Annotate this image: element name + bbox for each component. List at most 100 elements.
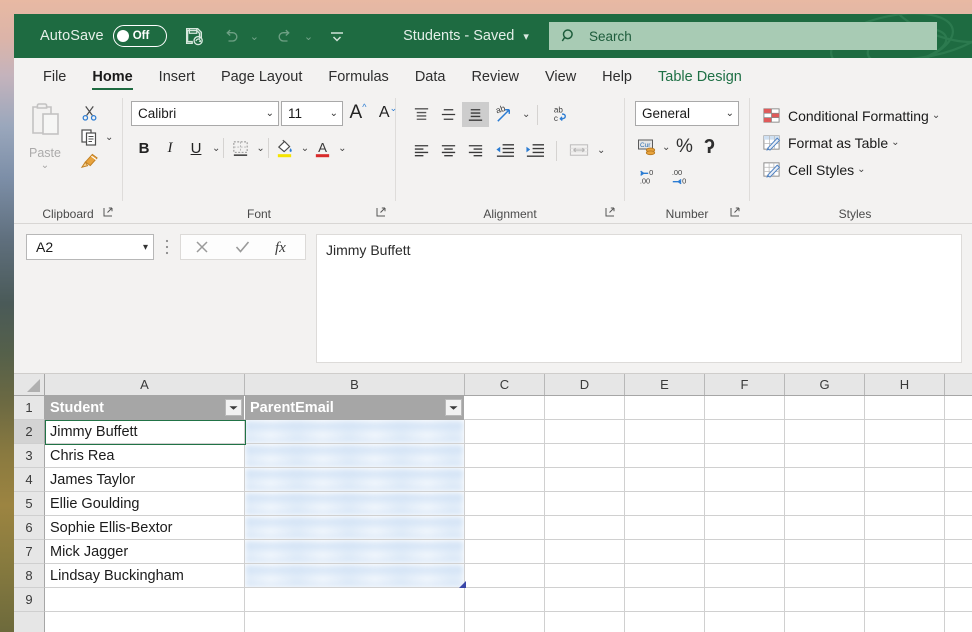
cell-b2[interactable] <box>245 420 465 444</box>
cell-c9[interactable] <box>465 588 545 612</box>
cell-f8[interactable] <box>705 564 785 588</box>
cell-h5[interactable] <box>865 492 945 516</box>
column-header-g[interactable]: G <box>785 374 865 395</box>
cell-d4[interactable] <box>545 468 625 492</box>
align-top-button[interactable] <box>408 102 435 127</box>
row-header-6[interactable]: 6 <box>14 516 45 540</box>
borders-caret[interactable]: ⌄ <box>256 143 264 154</box>
cell-f6[interactable] <box>705 516 785 540</box>
copy-caret[interactable]: ⌄ <box>105 132 113 143</box>
cell-f7[interactable] <box>705 540 785 564</box>
cell-g5[interactable] <box>785 492 865 516</box>
cell-c4[interactable] <box>465 468 545 492</box>
redo-icon[interactable]: ⌄ <box>275 26 313 46</box>
row-header-5[interactable]: 5 <box>14 492 45 516</box>
cell-f3[interactable] <box>705 444 785 468</box>
clipboard-dialog-launcher-icon[interactable] <box>102 206 114 218</box>
tab-view[interactable]: View <box>532 69 589 92</box>
cell-a4[interactable]: James Taylor <box>45 468 245 492</box>
row-header-9[interactable]: 9 <box>14 588 45 612</box>
tab-help[interactable]: Help <box>589 69 645 92</box>
row-header-2[interactable]: 2 <box>14 420 45 444</box>
insert-function-button[interactable]: fx <box>265 235 303 259</box>
formula-bar-resize-handle[interactable] <box>154 234 180 260</box>
increase-font-size-button[interactable]: A ^ <box>343 100 373 126</box>
align-bottom-button[interactable] <box>462 102 489 127</box>
percent-style-button[interactable]: % <box>670 134 698 160</box>
filter-button-b1[interactable] <box>445 399 462 416</box>
number-dialog-launcher-icon[interactable] <box>729 206 741 218</box>
cell-c3[interactable] <box>465 444 545 468</box>
cell-b3[interactable] <box>245 444 465 468</box>
cell-a7[interactable]: Mick Jagger <box>45 540 245 564</box>
fill-color-caret[interactable]: ⌄ <box>301 143 309 154</box>
cell-d2[interactable] <box>545 420 625 444</box>
tab-file[interactable]: File <box>30 69 79 92</box>
cell-a3[interactable]: Chris Rea <box>45 444 245 468</box>
format-as-table-caret[interactable]: ⌄ <box>891 137 899 148</box>
autosave-toggle[interactable]: Off <box>112 25 167 47</box>
column-header-i[interactable] <box>945 374 972 395</box>
cell-b4[interactable] <box>245 468 465 492</box>
name-box[interactable]: A2 ▾ <box>26 234 154 260</box>
cell-e3[interactable] <box>625 444 705 468</box>
search-input[interactable]: Search <box>549 22 937 50</box>
column-header-h[interactable]: H <box>865 374 945 395</box>
cell-i4[interactable] <box>945 468 972 492</box>
cell-f4[interactable] <box>705 468 785 492</box>
align-center-button[interactable] <box>435 138 462 163</box>
number-format-select[interactable]: General ⌄ <box>635 101 739 126</box>
cell-b6[interactable] <box>245 516 465 540</box>
accounting-format-button[interactable]: Cur <box>635 134 659 160</box>
cell-g6[interactable] <box>785 516 865 540</box>
cell-a6[interactable]: Sophie Ellis-Bextor <box>45 516 245 540</box>
tab-review[interactable]: Review <box>458 69 532 92</box>
conditional-formatting-caret[interactable]: ⌄ <box>932 110 940 121</box>
cell-i10[interactable] <box>945 612 972 632</box>
conditional-formatting-button[interactable]: Conditional Formatting ⌄ <box>756 102 940 129</box>
comma-style-button[interactable]: ʔ <box>698 134 720 160</box>
cancel-button[interactable] <box>183 235 221 259</box>
cell-h8[interactable] <box>865 564 945 588</box>
cell-i6[interactable] <box>945 516 972 540</box>
filter-button-a1[interactable] <box>225 399 242 416</box>
cell-b1[interactable]: ParentEmail <box>245 396 465 420</box>
orientation-button[interactable]: ab <box>489 102 519 127</box>
cell-g2[interactable] <box>785 420 865 444</box>
number-format-caret[interactable]: ⌄ <box>722 108 734 119</box>
tab-formulas[interactable]: Formulas <box>315 69 401 92</box>
row-header-1[interactable]: 1 <box>14 396 45 420</box>
cell-c6[interactable] <box>465 516 545 540</box>
row-header-4[interactable]: 4 <box>14 468 45 492</box>
cell-g4[interactable] <box>785 468 865 492</box>
cell-e1[interactable] <box>625 396 705 420</box>
customize-quick-access-icon[interactable] <box>329 28 345 44</box>
cell-c2[interactable] <box>465 420 545 444</box>
cell-a8[interactable]: Lindsay Buckingham <box>45 564 245 588</box>
font-color-button[interactable]: A <box>309 135 335 161</box>
underline-caret[interactable]: ⌄ <box>212 143 220 154</box>
cell-e2[interactable] <box>625 420 705 444</box>
cell-e6[interactable] <box>625 516 705 540</box>
cell-e8[interactable] <box>625 564 705 588</box>
cell-b10[interactable] <box>245 612 465 632</box>
cell-h4[interactable] <box>865 468 945 492</box>
cell-c10[interactable] <box>465 612 545 632</box>
column-header-a[interactable]: A <box>45 374 245 395</box>
cell-d7[interactable] <box>545 540 625 564</box>
align-middle-button[interactable] <box>435 102 462 127</box>
autosave-control[interactable]: AutoSave Off <box>40 25 167 47</box>
column-header-f[interactable]: F <box>705 374 785 395</box>
paste-caret[interactable]: ⌄ <box>41 160 49 171</box>
cell-g10[interactable] <box>785 612 865 632</box>
cell-h1[interactable] <box>865 396 945 420</box>
cell-h6[interactable] <box>865 516 945 540</box>
tab-page-layout[interactable]: Page Layout <box>208 69 315 92</box>
row-header-10[interactable] <box>14 612 45 632</box>
orientation-caret[interactable]: ⌄ <box>522 109 530 120</box>
borders-button[interactable] <box>227 135 253 161</box>
copy-button[interactable] <box>76 126 102 148</box>
cell-h10[interactable] <box>865 612 945 632</box>
cell-i9[interactable] <box>945 588 972 612</box>
row-header-7[interactable]: 7 <box>14 540 45 564</box>
